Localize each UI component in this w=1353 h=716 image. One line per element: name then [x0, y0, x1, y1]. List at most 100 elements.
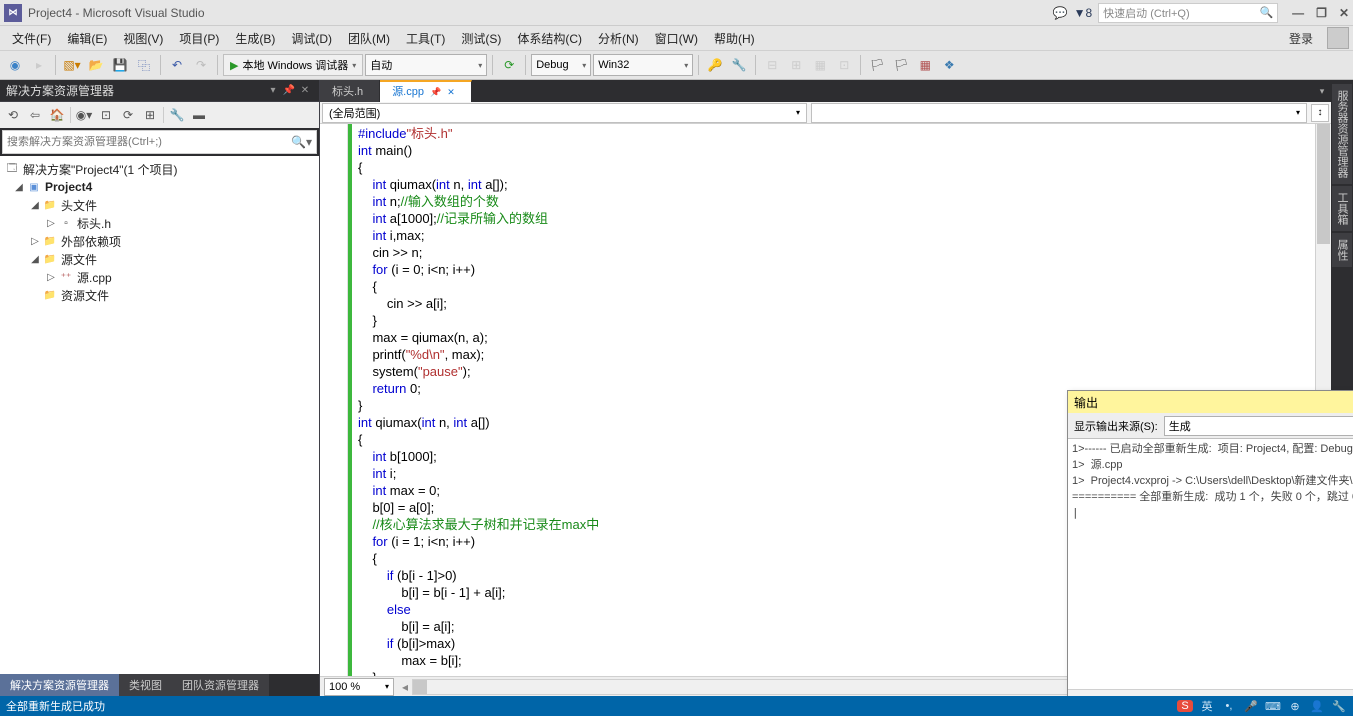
avatar-icon[interactable] — [1327, 27, 1349, 49]
tab-classview[interactable]: 类视图 — [119, 674, 172, 696]
doc-tabs-dropdown[interactable]: ▾ — [1313, 86, 1331, 97]
menu-project[interactable]: 项目(P) — [171, 30, 227, 47]
solexp-dropdown-icon[interactable]: ▾ — [265, 85, 281, 96]
pin-icon[interactable]: 📌 — [430, 87, 441, 97]
solution-node[interactable]: 🗔解决方案"Project4"(1 个项目) — [0, 160, 319, 178]
vtab-server-explorer[interactable]: 服务器资源管理器 — [1332, 84, 1352, 184]
solexp-title: 解决方案资源管理器 — [6, 82, 114, 99]
headers-folder[interactable]: ◢📁头文件 — [0, 196, 319, 214]
close-button[interactable]: ✕ — [1339, 6, 1349, 20]
solexp-home-icon[interactable]: ⟲ — [4, 106, 22, 124]
tb-icon-1[interactable]: 🔑 — [704, 54, 726, 76]
menu-build[interactable]: 生成(B) — [227, 30, 283, 47]
split-button[interactable]: ↕ — [1311, 104, 1329, 122]
start-debug-button[interactable]: ▶ 本地 Windows 调试器 ▾ — [223, 54, 363, 76]
nav-back-button[interactable]: ◉ — [4, 54, 26, 76]
doc-tab-header[interactable]: 标头.h — [320, 80, 380, 102]
tray-sogou-icon[interactable]: S — [1177, 700, 1193, 712]
solexp-sync-icon[interactable]: ⊡ — [97, 106, 115, 124]
new-button[interactable]: ▧▾ — [61, 54, 83, 76]
sources-folder[interactable]: ◢📁源文件 — [0, 250, 319, 268]
menu-team[interactable]: 团队(M) — [340, 30, 398, 47]
maximize-button[interactable]: ❐ — [1316, 6, 1327, 20]
external-folder[interactable]: ▷📁外部依赖项 — [0, 232, 319, 250]
combo-platform[interactable]: Win32▾ — [593, 54, 693, 76]
resources-folder[interactable]: 📁资源文件 — [0, 286, 319, 304]
combo-config[interactable]: Debug▾ — [531, 54, 591, 76]
output-hscroll[interactable] — [1068, 689, 1353, 696]
tray-punct-icon[interactable]: •, — [1221, 700, 1237, 712]
tray-wrench-icon[interactable]: 🔧 — [1331, 700, 1347, 713]
save-button[interactable]: 💾 — [109, 54, 131, 76]
solexp-opt-icon[interactable]: ▬ — [190, 106, 208, 124]
solexp-back-icon[interactable]: ⇦ — [26, 106, 44, 124]
solexp-showall-icon[interactable]: ⊞ — [141, 106, 159, 124]
tb-icon-5[interactable]: ▦ — [809, 54, 831, 76]
output-toolbar: 显示输出来源(S): 生成▾ ≣ ⟲ — [1068, 413, 1353, 439]
menu-debug[interactable]: 调试(D) — [283, 30, 340, 47]
redo-button[interactable]: ↷ — [190, 54, 212, 76]
tb-icon-6[interactable]: ⊡ — [833, 54, 855, 76]
tb-icon-7[interactable]: 🏳 — [866, 54, 888, 76]
solexp-search-input[interactable] — [7, 136, 291, 148]
menu-test[interactable]: 测试(S) — [453, 30, 509, 47]
open-button[interactable]: 📂 — [85, 54, 107, 76]
vtab-properties[interactable]: 属性 — [1332, 233, 1352, 267]
combo-auto[interactable]: 自动▾ — [365, 54, 487, 76]
zoom-combo[interactable]: 100 %▾ — [324, 678, 394, 696]
tb-icon-2[interactable]: 🔧 — [728, 54, 750, 76]
vtab-toolbox[interactable]: 工具箱 — [1332, 186, 1352, 231]
quick-launch-input[interactable]: 快速启动 (Ctrl+Q) 🔍 — [1098, 3, 1278, 23]
play-icon: ▶ — [230, 59, 238, 72]
tray-user-icon[interactable]: 👤 — [1309, 700, 1325, 713]
vs-logo-icon: ⋈ — [4, 4, 22, 22]
nav-fwd-button[interactable]: ▸ — [28, 54, 50, 76]
menu-analyze[interactable]: 分析(N) — [590, 30, 647, 47]
doc-tab-source[interactable]: 源.cpp📌✕ — [380, 80, 472, 102]
tray-mic-icon[interactable]: 🎤 — [1243, 700, 1259, 713]
solexp-close-icon[interactable]: ✕ — [297, 85, 313, 96]
solexp-refresh-icon[interactable]: ⟳ — [119, 106, 137, 124]
output-source-combo[interactable]: 生成▾ — [1164, 416, 1353, 436]
notifications-icon[interactable]: ▼8 — [1074, 6, 1093, 20]
tb-icon-3[interactable]: ⊟ — [761, 54, 783, 76]
solexp-props-icon[interactable]: 🔧 — [168, 106, 186, 124]
tray-ime-icon[interactable]: 英 — [1199, 698, 1215, 714]
feedback-icon[interactable]: 💬 — [1053, 6, 1068, 20]
tb-icon-4[interactable]: ⊞ — [785, 54, 807, 76]
pin-icon[interactable]: 📌 — [281, 85, 297, 96]
tb-icon-9[interactable]: ▦ — [914, 54, 936, 76]
source-file-node[interactable]: ▷⁺⁺源.cpp — [0, 268, 319, 286]
output-titlebar[interactable]: 输出 ▾ □ ✕ — [1068, 391, 1353, 413]
menu-edit[interactable]: 编辑(E) — [59, 30, 115, 47]
menu-view[interactable]: 视图(V) — [115, 30, 171, 47]
menu-window[interactable]: 窗口(W) — [647, 30, 706, 47]
solexp-scope-icon[interactable]: ◉▾ — [75, 106, 93, 124]
scope-combo-1[interactable]: (全局范围)▾ — [322, 103, 807, 123]
minimize-button[interactable]: — — [1292, 6, 1304, 20]
solexp-search[interactable]: 🔍▾ — [2, 130, 317, 154]
login-button[interactable]: 登录 — [1281, 30, 1321, 47]
save-all-button[interactable]: ⿻ — [133, 54, 155, 76]
undo-button[interactable]: ↶ — [166, 54, 188, 76]
tab-close-icon[interactable]: ✕ — [447, 87, 455, 97]
tb-icon-8[interactable]: 🏳 — [890, 54, 912, 76]
output-source-label: 显示输出来源(S): — [1074, 418, 1158, 434]
solexp-house-icon[interactable]: 🏠 — [48, 106, 66, 124]
menu-file[interactable]: 文件(F) — [4, 30, 59, 47]
output-panel: 输出 ▾ □ ✕ 显示输出来源(S): 生成▾ ≣ ⟲ 1>------ 已启动… — [1067, 390, 1353, 696]
tray-keyboard-icon[interactable]: ⌨ — [1265, 700, 1281, 713]
output-content[interactable]: 1>------ 已启动全部重新生成: 项目: Project4, 配置: De… — [1068, 439, 1353, 689]
header-file-node[interactable]: ▷▫标头.h — [0, 214, 319, 232]
tab-solexp[interactable]: 解决方案资源管理器 — [0, 674, 119, 696]
project-node[interactable]: ◢▣Project4 — [0, 178, 319, 196]
tray-net-icon[interactable]: ⊕ — [1287, 700, 1303, 713]
window-title: Project4 - Microsoft Visual Studio — [28, 6, 205, 20]
tb-icon-10[interactable]: ❖ — [938, 54, 960, 76]
tab-teamexp[interactable]: 团队资源管理器 — [172, 674, 269, 696]
menu-arch[interactable]: 体系结构(C) — [509, 30, 590, 47]
scope-combo-2[interactable]: ▾ — [811, 103, 1307, 123]
refresh-button[interactable]: ⟳ — [498, 54, 520, 76]
menu-tools[interactable]: 工具(T) — [398, 30, 453, 47]
menu-help[interactable]: 帮助(H) — [706, 30, 763, 47]
